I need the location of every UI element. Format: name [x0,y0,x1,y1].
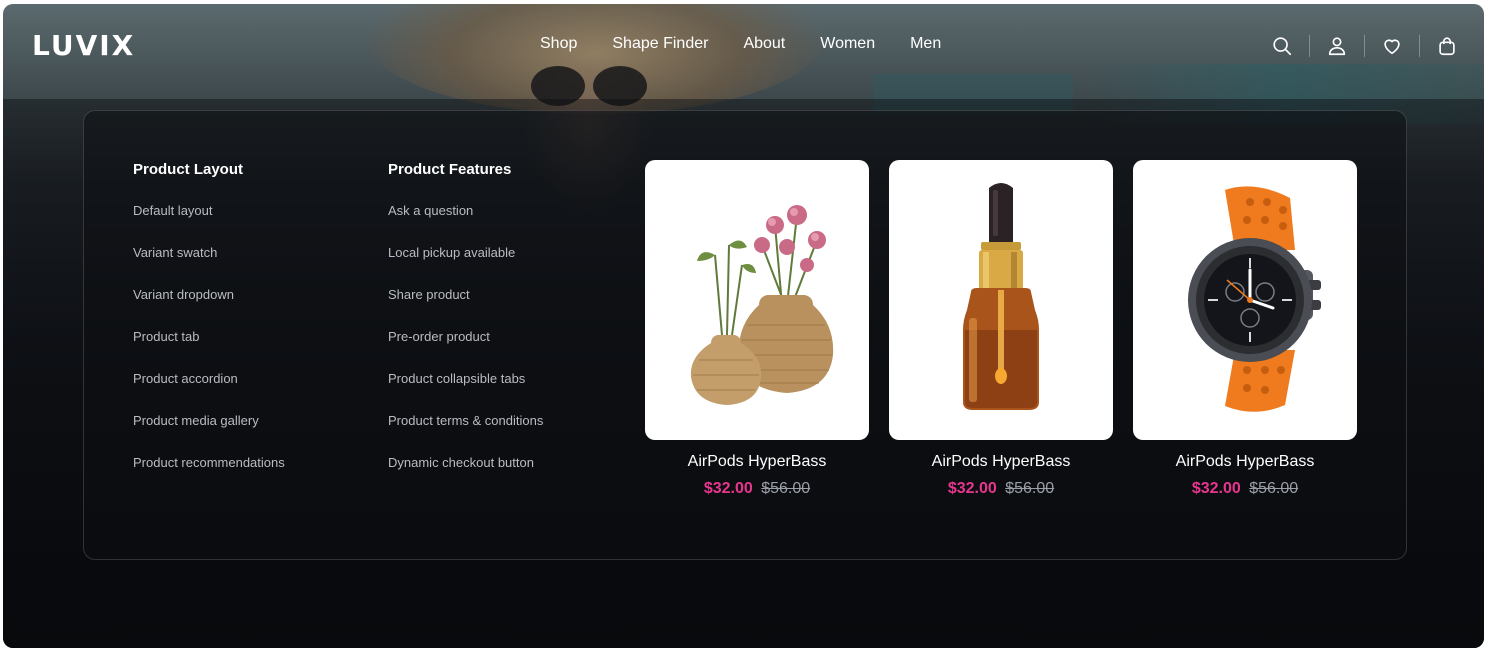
menu-link[interactable]: Ask a question [388,203,473,218]
main-nav: Shop Shape Finder About Women Men [540,35,941,53]
product-prices: $32.00 $56.00 [1133,480,1357,498]
wishlist-button[interactable] [1375,32,1409,60]
site-header: LUVIX Shop Shape Finder About Women Men [3,4,1484,88]
nav-item-shop[interactable]: Shop [540,35,577,53]
page-frame: LUVIX Shop Shape Finder About Women Men [3,4,1484,648]
nav-item-women[interactable]: Women [820,35,875,53]
product-image[interactable] [645,160,869,440]
menu-link[interactable]: Product recommendations [133,455,285,470]
menu-column-product-layout: Product Layout Default layout Variant sw… [133,161,285,496]
product-title[interactable]: AirPods HyperBass [889,453,1113,471]
original-price: $56.00 [1249,480,1299,497]
sale-price: $32.00 [1191,480,1241,497]
original-price: $56.00 [1005,480,1055,497]
bag-icon [1439,37,1455,56]
header-divider [1419,35,1420,57]
brand-logo[interactable]: LUVIX [32,29,135,62]
menu-link[interactable]: Dynamic checkout button [388,455,534,470]
menu-link[interactable]: Product accordion [133,371,238,386]
header-divider [1309,35,1310,57]
smartwatch-image [1188,186,1321,412]
product-card[interactable]: AirPods HyperBass $32.00 $56.00 [1133,160,1357,498]
menu-column-product-features: Product Features Ask a question Local pi… [388,161,543,496]
dropper-bottle-image [963,183,1039,410]
user-icon [1328,37,1346,56]
menu-link[interactable]: Product collapsible tabs [388,371,525,386]
product-card[interactable]: AirPods HyperBass $32.00 $56.00 [889,160,1113,498]
product-title[interactable]: AirPods HyperBass [645,453,869,471]
original-price: $56.00 [761,480,811,497]
product-title[interactable]: AirPods HyperBass [1133,453,1357,471]
cart-button[interactable] [1430,32,1464,60]
menu-link[interactable]: Variant dropdown [133,287,234,302]
menu-link[interactable]: Product tab [133,329,200,344]
sale-price: $32.00 [703,480,753,497]
menu-link[interactable]: Local pickup available [388,245,515,260]
menu-column-title: Product Layout [133,161,244,178]
sale-price: $32.00 [947,480,997,497]
product-image[interactable] [889,160,1113,440]
product-prices: $32.00 $56.00 [645,480,869,498]
search-icon [1273,37,1292,56]
menu-link[interactable]: Share product [388,287,470,302]
menu-link[interactable]: Default layout [133,203,213,218]
account-button[interactable] [1320,32,1354,60]
product-image[interactable] [1133,160,1357,440]
menu-link[interactable]: Variant swatch [133,245,217,260]
search-button[interactable] [1265,32,1299,60]
heart-icon [1384,39,1400,55]
header-actions [1265,32,1464,60]
mega-menu-panel: Product Layout Default layout Variant sw… [83,110,1407,560]
nav-item-about[interactable]: About [743,35,785,53]
nav-item-men[interactable]: Men [910,35,941,53]
product-prices: $32.00 $56.00 [889,480,1113,498]
menu-link[interactable]: Product media gallery [133,413,259,428]
product-card[interactable]: AirPods HyperBass $32.00 $56.00 [645,160,869,498]
featured-products: AirPods HyperBass $32.00 $56.00 AirPods … [645,160,1357,498]
menu-column-title: Product Features [388,161,512,178]
woven-vases-image [690,205,834,405]
menu-link[interactable]: Product terms & conditions [388,413,543,428]
menu-link[interactable]: Pre-order product [388,329,490,344]
nav-item-shape-finder[interactable]: Shape Finder [612,35,708,53]
header-divider [1364,35,1365,57]
